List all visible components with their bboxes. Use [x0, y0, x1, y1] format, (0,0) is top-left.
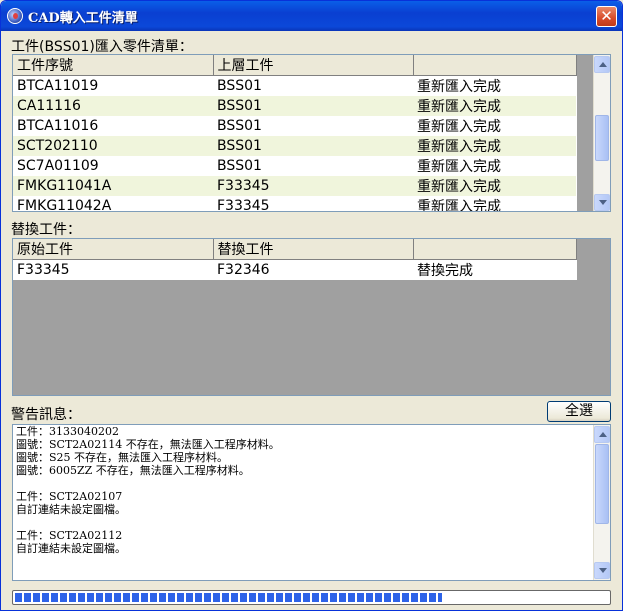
parts-column-header[interactable]: 工件序號 — [13, 55, 214, 76]
parts-cell: 重新匯入完成 — [417, 159, 501, 175]
replace-cell: 替換完成 — [417, 263, 473, 279]
parts-cell: 重新匯入完成 — [413, 96, 576, 116]
replace-header-row: 原始工件 替換工件 — [13, 239, 577, 260]
window-title: CAD轉入工件清單 — [28, 11, 138, 26]
parts-cell: 重新匯入完成 — [417, 119, 501, 135]
parts-scrollbar[interactable] — [593, 55, 610, 211]
app-icon — [7, 8, 23, 24]
messages-scrollbar[interactable] — [593, 425, 610, 580]
parts-row[interactable]: FMKG11041A F33345 重新匯入完成 — [13, 176, 576, 196]
parts-cell: SC7A01109 — [17, 158, 99, 174]
parts-cell: BTCA11016 — [17, 118, 99, 134]
parts-cell: FMKG11041A — [13, 176, 213, 196]
warning-line: 工件：SCT2A02107 — [16, 490, 123, 503]
parts-cell: F33345 — [213, 176, 413, 196]
parts-cell: BSS01 — [217, 118, 262, 134]
replace-cell: F32346 — [217, 262, 270, 278]
parts-header-row: 工件序號 上層工件 — [13, 55, 577, 76]
parts-cell: F33345 — [217, 198, 270, 212]
replace-column-header[interactable]: 原始工件 — [13, 239, 214, 260]
parts-grid[interactable]: 工件序號 上層工件 BTCA11019 BSS01 重新匯入完成 CA11116 BSS0… — [12, 54, 611, 212]
parts-row[interactable]: CA11116 BSS01 重新匯入完成 — [13, 96, 576, 116]
parts-body: BTCA11019 BSS01 重新匯入完成 CA11116 BSS01 重新匯入完成 BT… — [13, 76, 576, 212]
parts-cell: 重新匯入完成 — [417, 199, 501, 212]
title-bar: CAD轉入工件清單 ✕ — [1, 1, 622, 31]
replace-cell: F33345 — [17, 262, 70, 278]
messages-scroll-down-button[interactable] — [594, 562, 610, 579]
parts-cell: BSS01 — [213, 96, 413, 116]
parts-cell: 重新匯入完成 — [413, 176, 576, 196]
warning-line: 工件：SCT2A02112 — [16, 529, 123, 542]
replace-list-label: 替換工件： — [11, 222, 81, 238]
parts-list-label: 工件(BSS01)匯入零件清單： — [11, 39, 193, 55]
warning-lines: 工件：3133040202 圖號：SCT2A02114 不存在，無法匯入工程序材料… — [13, 425, 610, 555]
warning-label: 警告訊息： — [11, 407, 81, 423]
parts-cell: BSS01 — [213, 136, 413, 156]
parts-cell: FMKG11042A — [17, 198, 112, 212]
parts-row[interactable]: SCT202110 BSS01 重新匯入完成 — [13, 136, 576, 156]
parts-scroll-up-button[interactable] — [594, 56, 610, 73]
warning-line: 圖號：6005ZZ 不存在，無法匯入工程序材料。 — [16, 464, 250, 477]
select-all-button[interactable]: 全選 — [547, 401, 611, 422]
warning-line: 圖號：SCT2A02114 不存在，無法匯入工程序材料。 — [16, 438, 280, 451]
replace-row[interactable]: F33345 F32346 替換完成 — [13, 260, 576, 281]
parts-row[interactable]: SC7A01109 BSS01 重新匯入完成 — [13, 156, 576, 176]
replace-body: F33345 F32346 替換完成 — [13, 260, 576, 281]
replace-table: 原始工件 替換工件 F33345 F32346 替換完成 — [13, 239, 577, 280]
progress-fill — [15, 593, 442, 602]
progress-bar — [12, 590, 611, 605]
parts-scroll-down-button[interactable] — [594, 194, 610, 211]
parts-column-header[interactable] — [413, 55, 577, 76]
parts-scroll-thumb[interactable] — [595, 115, 609, 161]
parts-row[interactable]: BTCA11019 BSS01 重新匯入完成 — [13, 76, 576, 97]
main-window: CAD轉入工件清單 ✕ 工件(BSS01)匯入零件清單： 工件序號 上層工件 BT… — [0, 0, 623, 611]
parts-cell: 重新匯入完成 — [417, 79, 501, 95]
parts-table: 工件序號 上層工件 BTCA11019 BSS01 重新匯入完成 CA11116 BSS0… — [13, 55, 577, 212]
warning-line — [13, 516, 610, 529]
parts-row[interactable]: FMKG11042A F33345 重新匯入完成 — [13, 196, 576, 212]
close-button[interactable]: ✕ — [596, 6, 617, 27]
warning-messages[interactable]: 工件：3133040202 圖號：SCT2A02114 不存在，無法匯入工程序材料… — [12, 424, 611, 581]
messages-scroll-up-button[interactable] — [594, 426, 610, 443]
parts-cell: BTCA11019 — [17, 78, 99, 94]
parts-column-header[interactable]: 上層工件 — [213, 55, 414, 76]
replace-grid[interactable]: 原始工件 替換工件 F33345 F32346 替換完成 — [12, 238, 611, 396]
warning-line: 自訂連結未設定圖檔。 — [16, 542, 126, 555]
parts-cell: CA11116 — [13, 96, 213, 116]
parts-cell: BSS01 — [217, 78, 262, 94]
replace-column-header[interactable] — [413, 239, 577, 260]
messages-scroll-thumb[interactable] — [595, 444, 609, 524]
replace-column-header[interactable]: 替換工件 — [213, 239, 414, 260]
warning-line — [13, 477, 610, 490]
parts-cell: BSS01 — [217, 158, 262, 174]
parts-cell: 重新匯入完成 — [413, 136, 576, 156]
parts-cell: SCT202110 — [13, 136, 213, 156]
warning-line: 自訂連結未設定圖檔。 — [16, 503, 126, 516]
warning-line: 工件：3133040202 — [16, 425, 119, 438]
parts-row[interactable]: BTCA11016 BSS01 重新匯入完成 — [13, 116, 576, 136]
warning-line: 圖號：S25 不存在，無法匯入工程序材料。 — [16, 451, 229, 464]
